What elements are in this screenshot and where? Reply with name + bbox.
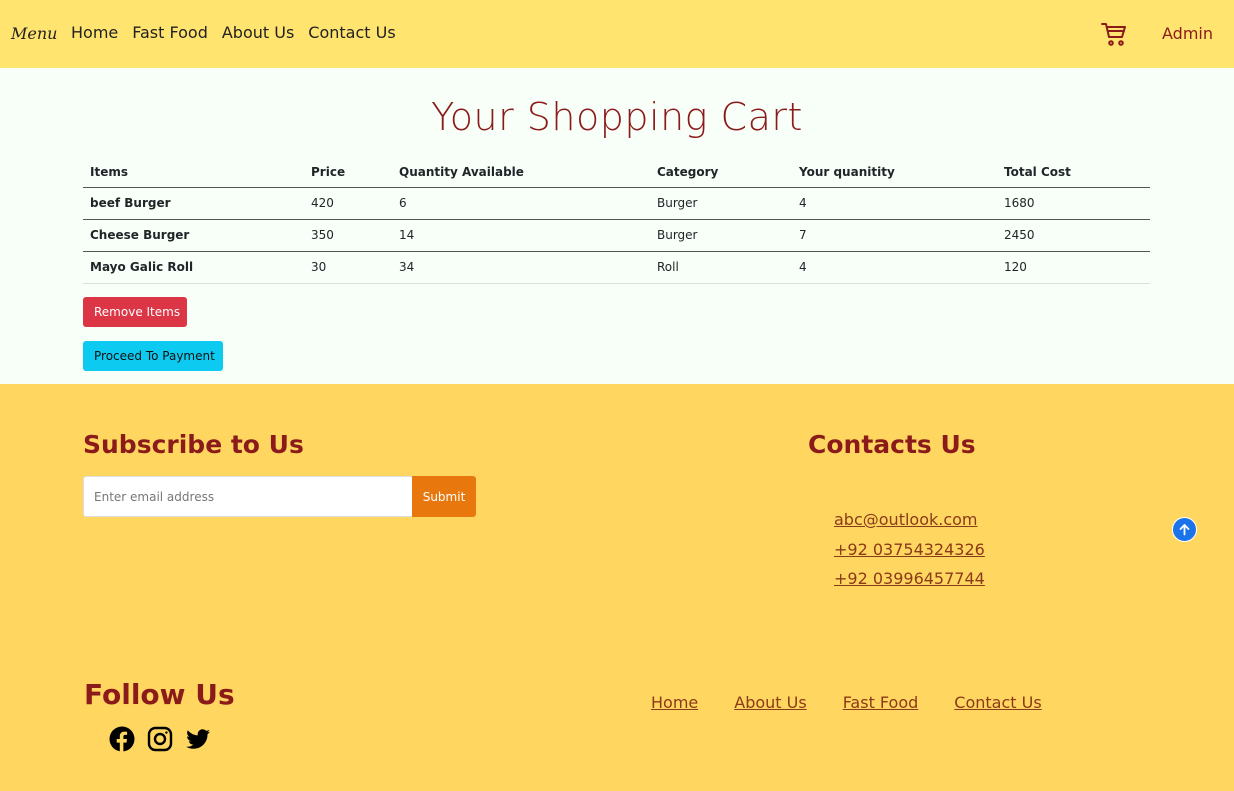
cell-your-quantity: 4: [792, 187, 997, 220]
col-header-total-cost: Total Cost: [997, 157, 1150, 188]
footer-link-about-us[interactable]: About Us: [734, 693, 806, 712]
brand-menu-link[interactable]: Menu: [11, 24, 57, 43]
cell-quantity-available: 14: [392, 219, 650, 252]
table-row: beef Burger 420 6 Burger 4 1680: [83, 187, 1150, 220]
footer-links: Home About Us Fast Food Contact Us: [651, 693, 1042, 712]
col-header-category: Category: [650, 157, 792, 188]
table-row: Cheese Burger 350 14 Burger 7 2450: [83, 219, 1150, 252]
nav-link-contact-us[interactable]: Contact Us: [308, 23, 395, 42]
contact-list: abc@outlook.com +92 03754324326 +92 0399…: [834, 510, 985, 599]
table-row: Mayo Galic Roll 30 34 Roll 4 120: [83, 251, 1150, 284]
remove-items-button[interactable]: Remove Items: [83, 297, 187, 327]
cell-price: 350: [304, 219, 392, 252]
cell-price: 420: [304, 187, 392, 220]
navbar: Menu Home Fast Food About Us Contact Us …: [0, 0, 1234, 68]
cell-quantity-available: 34: [392, 251, 650, 284]
cell-item: Mayo Galic Roll: [83, 251, 304, 284]
nav-link-fast-food[interactable]: Fast Food: [132, 23, 208, 42]
cell-your-quantity: 4: [792, 251, 997, 284]
cell-total-cost: 120: [997, 251, 1150, 284]
footer-link-contact-us[interactable]: Contact Us: [954, 693, 1041, 712]
cell-price: 30: [304, 251, 392, 284]
cell-category: Roll: [650, 251, 792, 284]
instagram-icon[interactable]: [147, 726, 173, 752]
cell-category: Burger: [650, 219, 792, 252]
footer-link-home[interactable]: Home: [651, 693, 698, 712]
nav-links: Home Fast Food About Us Contact Us: [71, 23, 396, 42]
cart-table: Items Price Quantity Available Category …: [83, 157, 1150, 284]
submit-button[interactable]: Submit: [412, 476, 476, 517]
cell-quantity-available: 6: [392, 187, 650, 220]
cell-category: Burger: [650, 187, 792, 220]
cell-item: beef Burger: [83, 187, 304, 220]
cell-item: Cheese Burger: [83, 219, 304, 252]
contact-phone-link[interactable]: +92 03996457744: [834, 569, 985, 599]
cell-your-quantity: 7: [792, 219, 997, 252]
contacts-title: Contacts Us: [808, 430, 976, 459]
shopping-cart-icon[interactable]: [1100, 20, 1128, 48]
twitter-icon[interactable]: [185, 726, 211, 752]
nav-link-home[interactable]: Home: [71, 23, 118, 42]
table-header-row: Items Price Quantity Available Category …: [83, 157, 1150, 188]
scroll-to-top-button[interactable]: [1172, 517, 1197, 542]
email-input[interactable]: [83, 476, 413, 517]
proceed-to-payment-button[interactable]: Proceed To Payment: [83, 341, 223, 371]
nav-link-about-us[interactable]: About Us: [222, 23, 294, 42]
footer: Subscribe to Us Submit Contacts Us abc@o…: [0, 384, 1234, 791]
col-header-quantity-available: Quantity Available: [392, 157, 650, 188]
contact-phone-link[interactable]: +92 03754324326: [834, 540, 985, 570]
footer-link-fast-food[interactable]: Fast Food: [843, 693, 919, 712]
admin-link[interactable]: Admin: [1162, 24, 1213, 43]
cell-total-cost: 2450: [997, 219, 1150, 252]
cell-total-cost: 1680: [997, 187, 1150, 220]
follow-us-title: Follow Us: [84, 678, 235, 711]
facebook-icon[interactable]: [109, 726, 135, 752]
col-header-price: Price: [304, 157, 392, 188]
social-icons: [109, 726, 211, 752]
contact-email-link[interactable]: abc@outlook.com: [834, 510, 985, 540]
col-header-items: Items: [83, 157, 304, 188]
arrow-up-icon: [1179, 524, 1190, 536]
col-header-your-quantity: Your quanitity: [792, 157, 997, 188]
page-title: Your Shopping Cart: [431, 95, 803, 139]
subscribe-title: Subscribe to Us: [83, 430, 304, 459]
